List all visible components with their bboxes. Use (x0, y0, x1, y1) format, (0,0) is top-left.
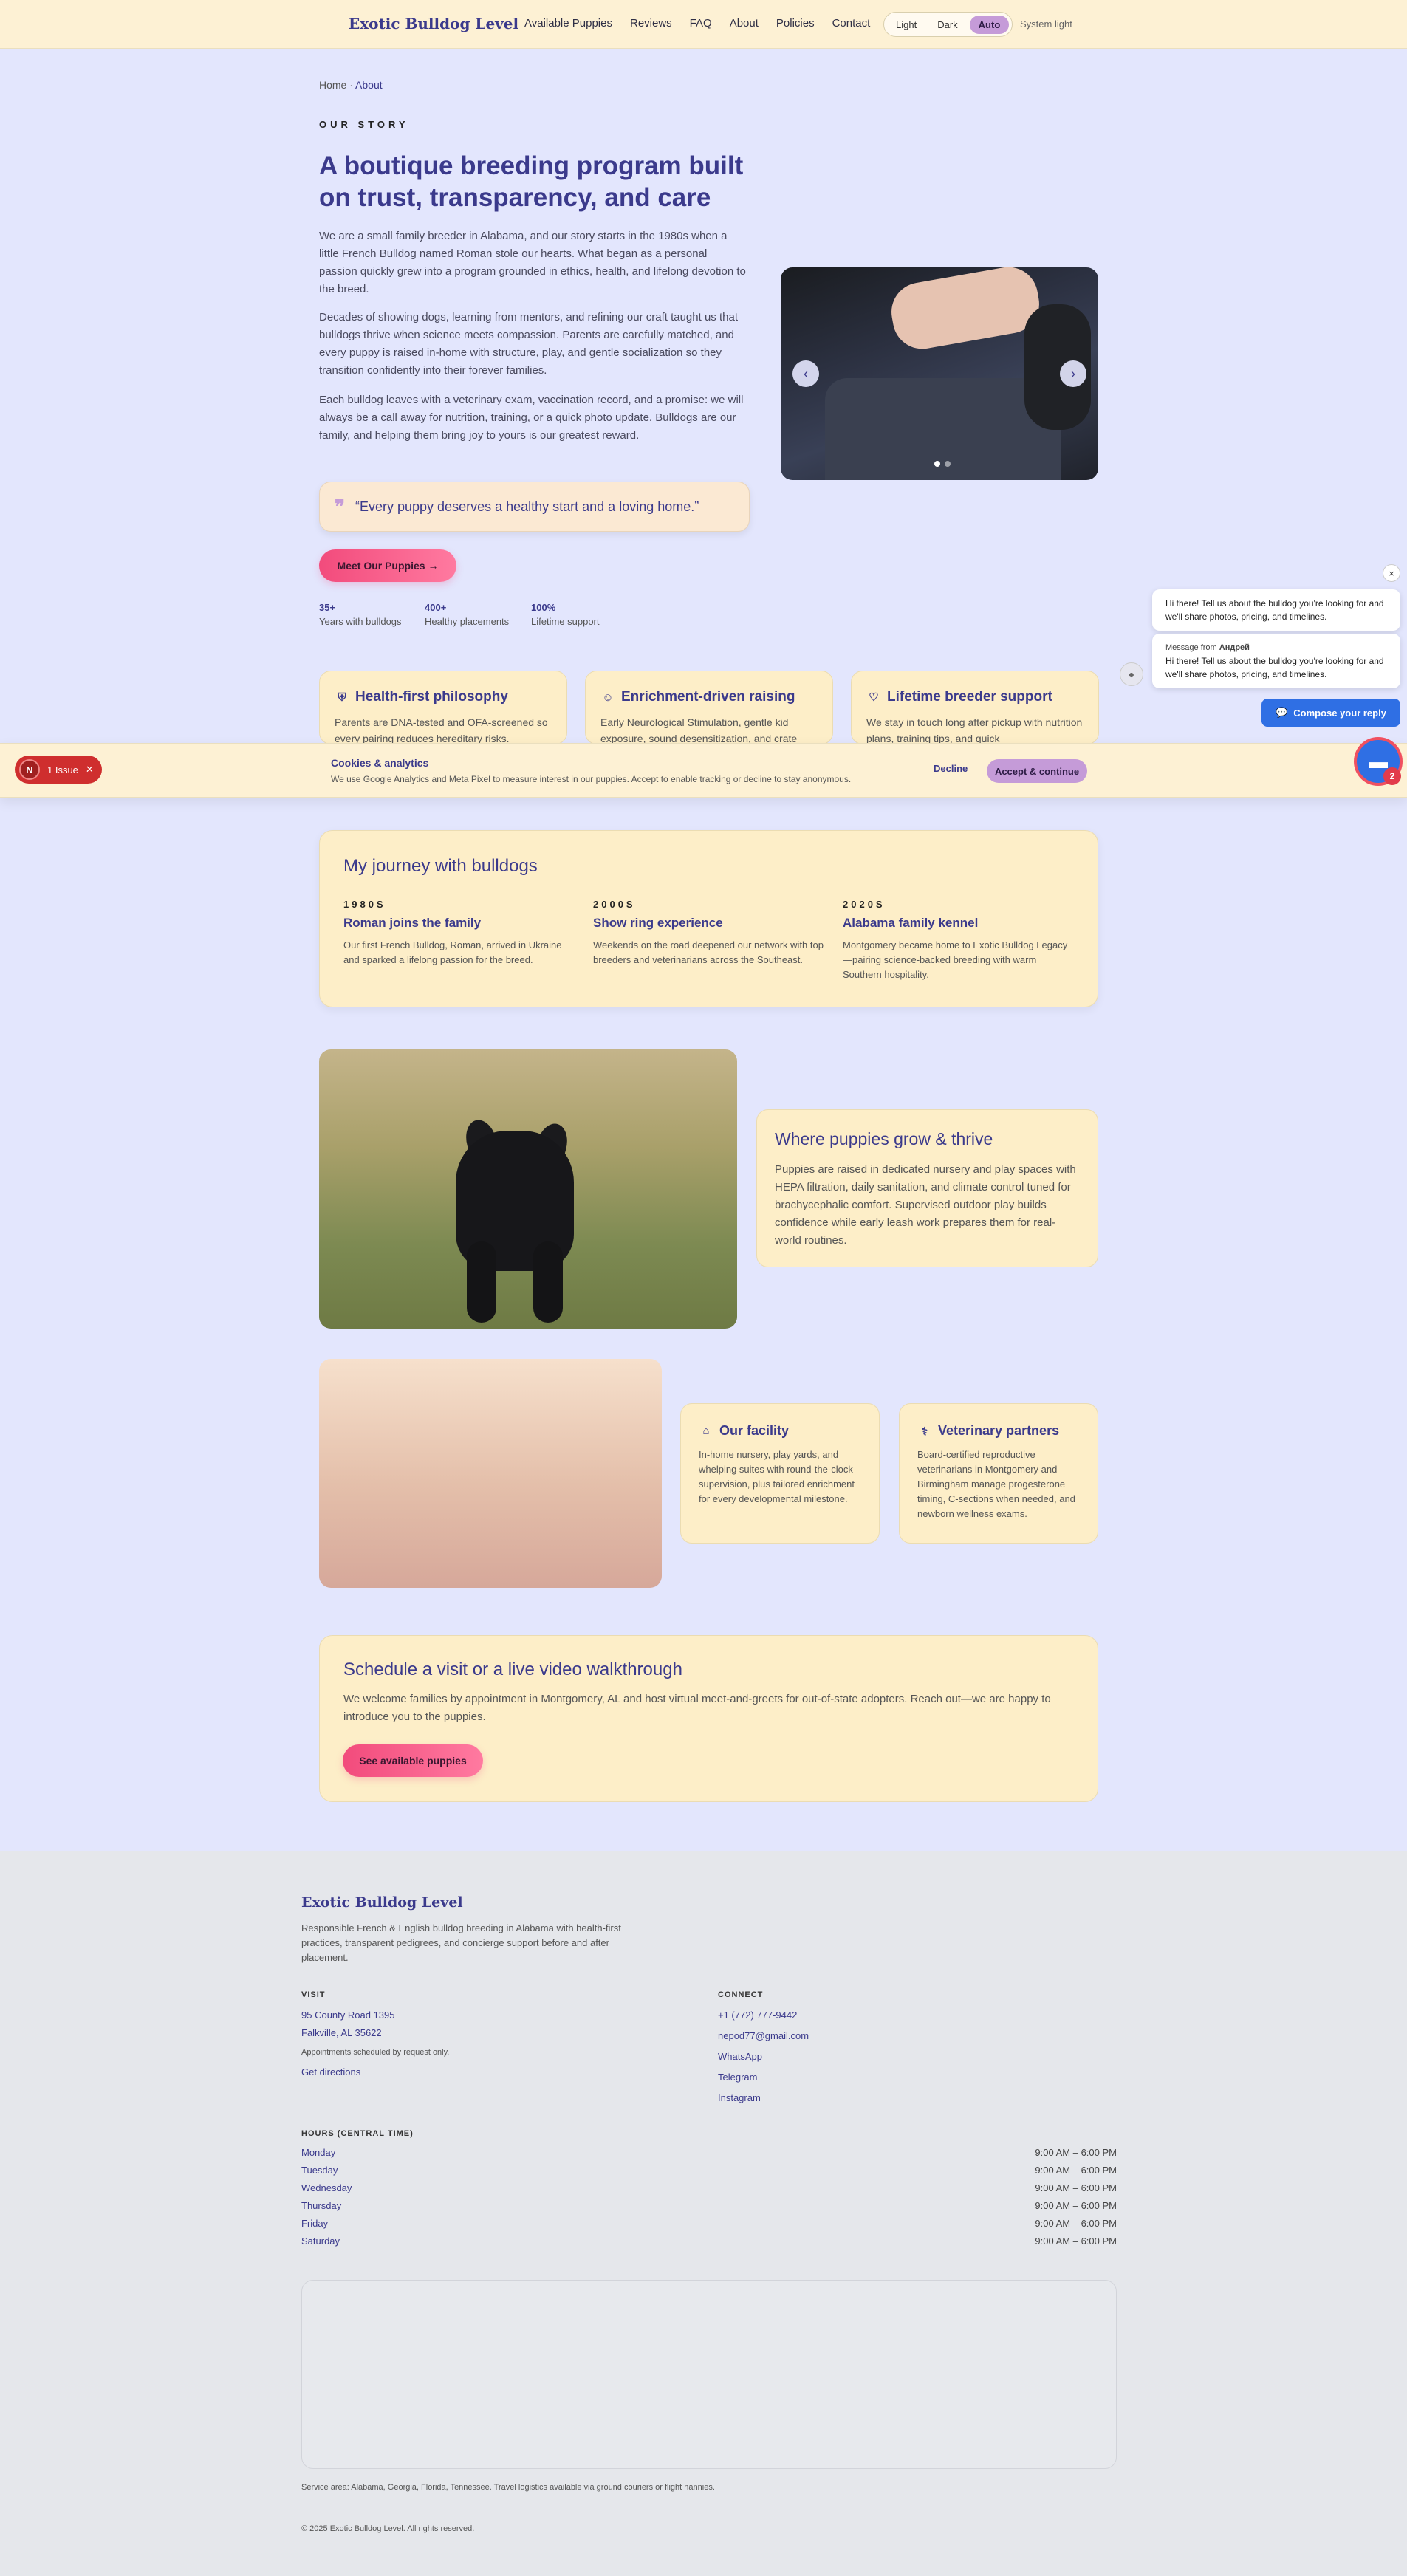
journey-item-1980s: 1980S Roman joins the family Our first Fre… (343, 899, 562, 965)
visit-title: Schedule a visit or a live video walkthr… (343, 1659, 682, 1679)
grow-title: Where puppies grow & thrive (775, 1129, 993, 1148)
nav-available-puppies[interactable]: Available Puppies (524, 17, 612, 30)
feature-card-enrichment: ☺ Enrichment-driven raising Early Neurolo… (585, 671, 833, 744)
brand-logo[interactable]: Exotic Bulldog Level (349, 15, 518, 32)
phone-link[interactable]: +1 (772) 777-9442 (718, 2010, 797, 2021)
feature-card-health: ⛨ Health-first philosophy Parents are DNA… (319, 671, 567, 744)
connect-heading: CONNECT (718, 1990, 764, 1999)
main-nav: Available Puppies Reviews FAQ About Poli… (524, 17, 870, 30)
chat-unread-badge: 2 (1383, 767, 1401, 785)
shield-icon: ⛨ (338, 691, 346, 704)
nav-faq[interactable]: FAQ (690, 17, 712, 30)
carousel-dot-1[interactable] (934, 461, 940, 467)
footer-description: Responsible French & English bulldog bre… (301, 1922, 621, 1963)
nav-contact[interactable]: Contact (832, 17, 871, 30)
map-embed[interactable] (301, 2280, 1117, 2469)
service-area-text: Service area: Alabama, Georgia, Florida,… (301, 2483, 715, 2492)
hours-heading: HOURS (CENTRAL TIME) (301, 2129, 414, 2138)
heart-icon: ♡ (869, 691, 879, 704)
carousel-dot-2[interactable] (945, 461, 951, 467)
hours-row: Friday 9:00 AM – 6:00 PM (301, 2218, 1117, 2229)
nav-reviews[interactable]: Reviews (630, 17, 672, 30)
breadcrumb: Home · About (319, 79, 383, 91)
theme-dark-button[interactable]: Dark (928, 16, 966, 34)
next-logo-icon: N (19, 759, 40, 780)
carousel-next-button[interactable]: › (1060, 360, 1086, 387)
photo-carousel[interactable]: ‹ › (781, 267, 1098, 480)
agent-avatar: ● (1120, 662, 1143, 686)
cookie-text: We use Google Analytics and Meta Pixel t… (331, 774, 852, 784)
address-line-2[interactable]: Falkville, AL 35622 (301, 2027, 382, 2038)
facility-card: ⌂ Our facility In-home nursery, play yard… (680, 1403, 880, 1544)
journey-item-2020s: 2020S Alabama family kennel Montgomery bec… (843, 899, 1068, 980)
stethoscope-icon: ⚕ (921, 1425, 928, 1438)
stat-placements: 400+ Healthy placements (425, 602, 510, 627)
copyright-text: © 2025 Exotic Bulldog Level. All rights … (301, 2524, 475, 2533)
page-title: A boutique breeding program built on tru… (319, 151, 744, 212)
theme-switcher: Light Dark Auto (883, 12, 1013, 37)
breadcrumb-separator: · (349, 79, 356, 91)
home-icon: ⌂ (702, 1425, 710, 1437)
story-paragraph-1: We are a small family breeder in Alabama… (319, 230, 746, 295)
theme-light-button[interactable]: Light (887, 16, 925, 34)
nav-about[interactable]: About (730, 17, 759, 30)
feature-card-support: ♡ Lifetime breeder support We stay in tou… (851, 671, 1099, 744)
see-puppies-button[interactable]: See available puppies (343, 1744, 483, 1777)
story-paragraph-2: Decades of showing dogs, learning from m… (319, 311, 738, 377)
telegram-link[interactable]: Telegram (718, 2072, 757, 2083)
email-link[interactable]: nepod77@gmail.com (718, 2030, 809, 2041)
hours-row: Monday 9:00 AM – 6:00 PM (301, 2147, 1117, 2158)
chat-close-button[interactable]: × (1383, 564, 1400, 582)
quote-icon: ❞ (335, 495, 345, 518)
hours-row: Wednesday 9:00 AM – 6:00 PM (301, 2182, 1117, 2193)
stat-support: 100% Lifetime support (531, 602, 600, 627)
instagram-link[interactable]: Instagram (718, 2092, 761, 2103)
cookie-decline-button[interactable]: Decline (934, 763, 968, 774)
hours-row: Thursday 9:00 AM – 6:00 PM (301, 2200, 1117, 2211)
chat-bubble-icon: 💬 (1276, 707, 1288, 718)
system-theme-note: System light (1020, 18, 1072, 30)
whatsapp-link[interactable]: WhatsApp (718, 2051, 762, 2062)
close-icon[interactable]: ✕ (86, 764, 94, 775)
smile-icon: ☺ (602, 691, 614, 704)
hours-row: Saturday 9:00 AM – 6:00 PM (301, 2236, 1117, 2247)
journey-title: My journey with bulldogs (343, 856, 538, 876)
footer-brand[interactable]: Exotic Bulldog Level (301, 1894, 463, 1911)
visit-heading: VISIT (301, 1990, 326, 1999)
journey-item-2000s: 2000S Show ring experience Weekends on the… (593, 899, 824, 965)
hours-row: Tuesday 9:00 AM – 6:00 PM (301, 2165, 1117, 2176)
visit-text: We welcome families by appointment in Mo… (343, 1693, 1051, 1723)
grow-text: Puppies are raised in dedicated nursery … (775, 1163, 1076, 1247)
section-eyebrow: OUR STORY (319, 119, 409, 130)
meet-puppies-button[interactable]: Meet Our Puppies → (319, 549, 456, 582)
vet-partners-card: ⚕ Veterinary partners Board-certified rep… (899, 1403, 1098, 1544)
address-line-1[interactable]: 95 County Road 1395 (301, 2010, 394, 2021)
chat-icon: ▬ (1369, 750, 1388, 773)
top-navbar: Exotic Bulldog Level Available Puppies R… (0, 0, 1407, 49)
theme-auto-button[interactable]: Auto (969, 15, 1010, 34)
issues-badge[interactable]: N 1 Issue ✕ (15, 756, 102, 784)
story-paragraph-3: Each bulldog leaves with a veterinary ex… (319, 394, 744, 442)
cookie-accept-button[interactable]: Accept & continue (987, 759, 1087, 783)
breadcrumb-home[interactable]: Home (319, 79, 346, 91)
chat-message-2[interactable]: Message from Андрей Hi there! Tell us ab… (1152, 634, 1400, 688)
nav-policies[interactable]: Policies (776, 17, 815, 30)
cookie-title: Cookies & analytics (331, 757, 429, 769)
compose-reply-button[interactable]: 💬 Compose your reply (1261, 699, 1400, 727)
appointment-note: Appointments scheduled by request only. (301, 2048, 450, 2057)
carousel-prev-button[interactable]: ‹ (792, 360, 819, 387)
directions-link[interactable]: Get directions (301, 2066, 360, 2077)
quote-card: ❞ “Every puppy deserves a healthy start … (319, 482, 750, 532)
chat-message-1[interactable]: Hi there! Tell us about the bulldog you'… (1152, 589, 1400, 631)
stat-years: 35+ Years with bulldogs (319, 602, 402, 627)
grow-card: Where puppies grow & thrive Puppies are … (756, 1109, 1098, 1267)
quote-text: “Every puppy deserves a healthy start an… (355, 499, 699, 514)
journey-card: My journey with bulldogs 1980S Roman join… (319, 830, 1098, 1007)
facility-image-placeholder (319, 1359, 662, 1588)
breadcrumb-current: About (355, 79, 383, 91)
carousel-dots (934, 461, 951, 467)
puppy-photo (319, 1049, 737, 1329)
visit-card: Schedule a visit or a live video walkthr… (319, 1635, 1098, 1802)
cookie-banner: N 1 Issue ✕ Cookies & analytics We use G… (0, 743, 1407, 798)
